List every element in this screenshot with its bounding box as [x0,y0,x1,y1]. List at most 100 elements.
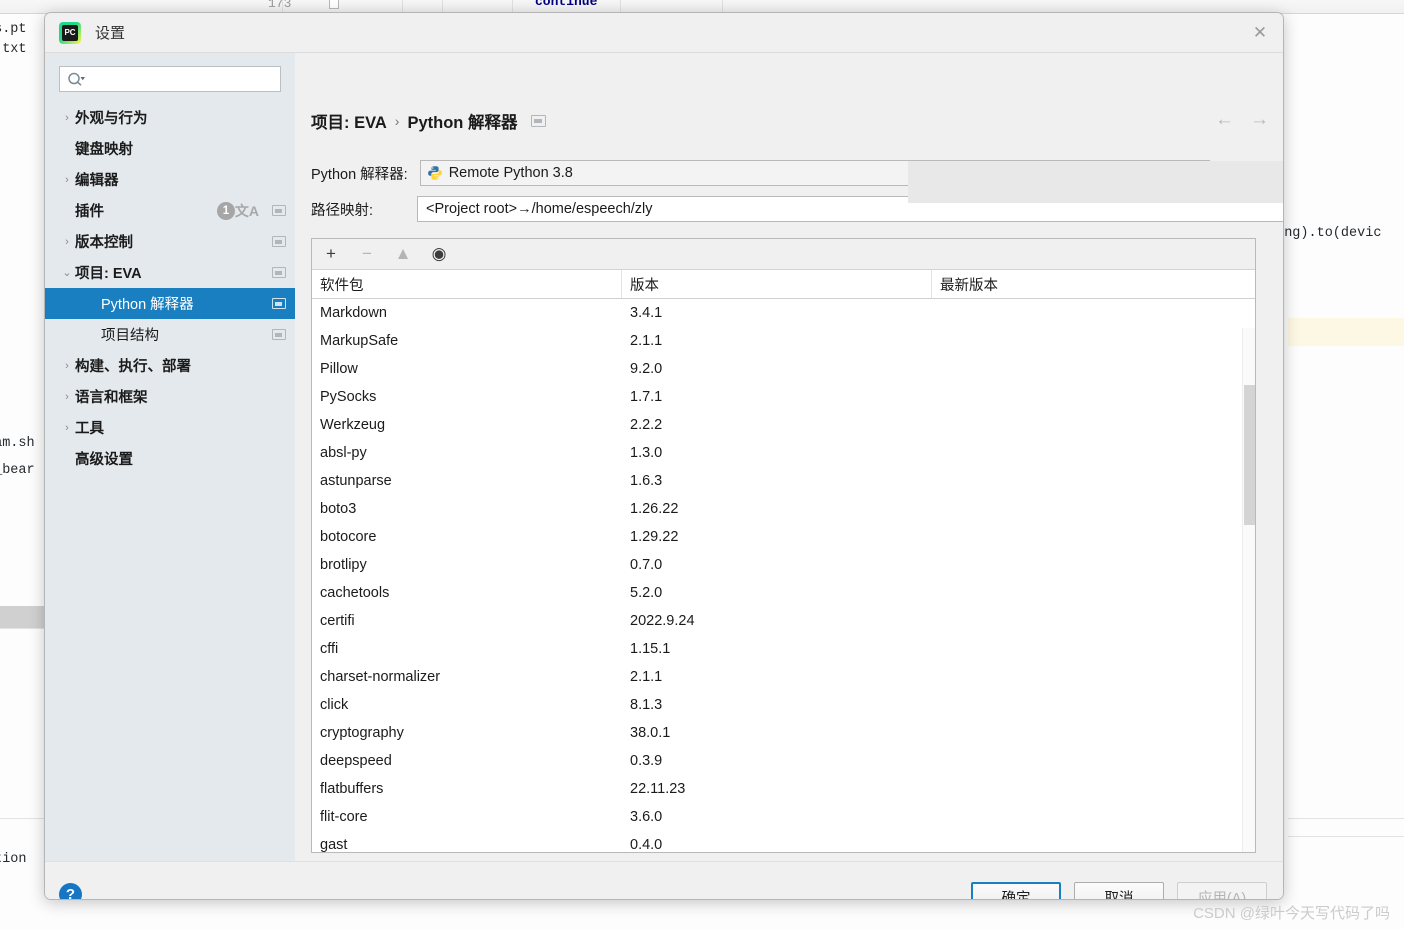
cell-package: cffi [320,641,339,657]
cell-version: 2.1.1 [630,333,663,349]
sidebar-item-label: 项目: EVA [75,266,142,282]
table-row[interactable]: Werkzeug 2.2.2 [312,411,1255,439]
chevron-right-icon[interactable]: › [59,391,75,403]
sidebar-item-0[interactable]: › 外观与行为 [45,102,295,133]
ok-button[interactable]: 确定 [971,882,1061,899]
cell-package: botocore [320,529,377,545]
window-icon[interactable] [272,205,286,216]
add-package-button[interactable]: + [322,244,340,263]
cell-package: astunparse [320,473,392,489]
cell-package: deepspeed [320,753,392,769]
sidebar-item-label: 高级设置 [75,452,133,468]
cell-package: flit-core [320,809,368,825]
column-header-version[interactable]: 版本 [622,270,932,298]
column-header-latest[interactable]: 最新版本 [932,270,1255,298]
table-row[interactable]: astunparse 1.6.3 [312,467,1255,495]
table-row[interactable]: boto3 1.26.22 [312,495,1255,523]
close-icon[interactable]: ✕ [1237,13,1283,52]
cell-version: 3.4.1 [630,305,663,321]
cell-version: 2.2.2 [630,417,663,433]
sidebar-item-6[interactable]: Python 解释器 [45,288,295,319]
table-row[interactable]: charset-normalizer 2.1.1 [312,663,1255,691]
plugin-update-badge: 1 [217,201,235,220]
sidebar-item-11[interactable]: 高级设置 [45,443,295,474]
window-icon[interactable] [272,267,286,278]
search-input[interactable] [59,66,281,92]
table-row[interactable]: cffi 1.15.1 [312,635,1255,663]
table-row[interactable]: gast 0.4.0 [312,831,1255,852]
table-row[interactable]: botocore 1.29.22 [312,523,1255,551]
cell-version: 9.2.0 [630,361,663,377]
chevron-right-icon[interactable]: › [59,112,75,124]
table-row[interactable]: cachetools 5.2.0 [312,579,1255,607]
chevron-right-icon[interactable]: › [59,236,75,248]
sidebar-item-label: 键盘映射 [75,142,133,158]
table-row[interactable]: deepspeed 0.3.9 [312,747,1255,775]
interpreter-value: Remote Python 3.8 [448,165,573,181]
cell-package: absl-py [320,445,367,461]
cell-package: brotlipy [320,557,367,573]
table-row[interactable]: flatbuffers 22.11.23 [312,775,1255,803]
cell-version: 5.2.0 [630,585,663,601]
pycharm-logo-icon [59,21,81,44]
background-keyword: continue [535,0,598,9]
table-row[interactable]: MarkupSafe 2.1.1 [312,327,1255,355]
cell-version: 1.6.3 [630,473,663,489]
settings-tree: › 外观与行为 键盘映射 › 编辑器 插件 1 文A › 版本控制 ⌄ 项目: EVA Python 解… [45,102,295,474]
sidebar-item-label: 工具 [75,421,104,437]
sidebar-item-2[interactable]: › 编辑器 [45,164,295,195]
window-icon[interactable] [272,298,286,309]
window-icon[interactable] [272,236,286,247]
sidebar-item-label: 编辑器 [75,173,119,189]
table-row[interactable]: certifi 2022.9.24 [312,607,1255,635]
apply-button: 应用(A) [1177,882,1267,899]
help-button[interactable]: ? [59,883,82,899]
cell-package: Pillow [320,361,358,377]
arrow-left-icon[interactable]: ← [1215,109,1234,131]
sidebar-item-1[interactable]: 键盘映射 [45,133,295,164]
cancel-button[interactable]: 取消 [1074,882,1164,899]
cell-version: 2022.9.24 [630,613,695,629]
dialog-body: › 外观与行为 键盘映射 › 编辑器 插件 1 文A › 版本控制 ⌄ 项目: EVA Python 解… [45,53,1283,861]
arrow-right-icon[interactable]: → [1250,109,1269,131]
sidebar-item-5[interactable]: ⌄ 项目: EVA [45,257,295,288]
package-scrollbar[interactable] [1242,328,1255,852]
table-row[interactable]: brotlipy 0.7.0 [312,551,1255,579]
chevron-right-icon[interactable]: › [59,174,75,186]
table-row[interactable]: click 8.1.3 [312,691,1255,719]
table-row[interactable]: flit-core 3.6.0 [312,803,1255,831]
interpreter-label: Python 解释器: [311,166,408,183]
chevron-right-icon[interactable]: › [59,422,75,434]
background-left-line: o_bear [0,463,35,478]
breadcrumb-root[interactable]: 项目: EVA [311,109,387,133]
cell-package: certifi [320,613,355,629]
show-early-releases-button[interactable]: ◉ [430,244,448,263]
column-header-package[interactable]: 软件包 [312,270,622,298]
sidebar-item-7[interactable]: 项目结构 [45,319,295,350]
translate-icon[interactable]: 文A [235,201,259,221]
sidebar-item-9[interactable]: › 语言和框架 [45,381,295,412]
window-icon[interactable] [272,329,286,340]
cell-version: 38.0.1 [630,725,671,741]
sidebar-item-10[interactable]: › 工具 [45,412,295,443]
chevron-down-icon[interactable]: ⌄ [59,266,75,279]
sidebar-item-4[interactable]: › 版本控制 [45,226,295,257]
watermark: CSDN @绿叶今天写代码了吗 [1193,905,1390,922]
dialog-footer: ? 确定 取消 应用(A) [45,861,1283,899]
table-row[interactable]: cryptography 38.0.1 [312,719,1255,747]
table-row[interactable]: Markdown 3.4.1 [312,299,1255,327]
cell-version: 0.4.0 [630,837,663,852]
sidebar-item-8[interactable]: › 构建、执行、部署 [45,350,295,381]
window-icon[interactable] [531,115,547,127]
sidebar-item-label: 插件 [75,204,104,220]
chevron-right-icon[interactable]: › [59,360,75,372]
path-mapping-label: 路径映射: [311,202,374,219]
sidebar-item-label: 构建、执行、部署 [75,359,191,375]
sidebar-item-3[interactable]: 插件 1 文A [45,195,295,226]
cell-version: 1.29.22 [630,529,679,545]
table-row[interactable]: Pillow 9.2.0 [312,355,1255,383]
table-row[interactable]: absl-py 1.3.0 [312,439,1255,467]
cell-version: 1.7.1 [630,389,663,405]
scrollbar-thumb[interactable] [1244,385,1255,525]
table-row[interactable]: PySocks 1.7.1 [312,383,1255,411]
